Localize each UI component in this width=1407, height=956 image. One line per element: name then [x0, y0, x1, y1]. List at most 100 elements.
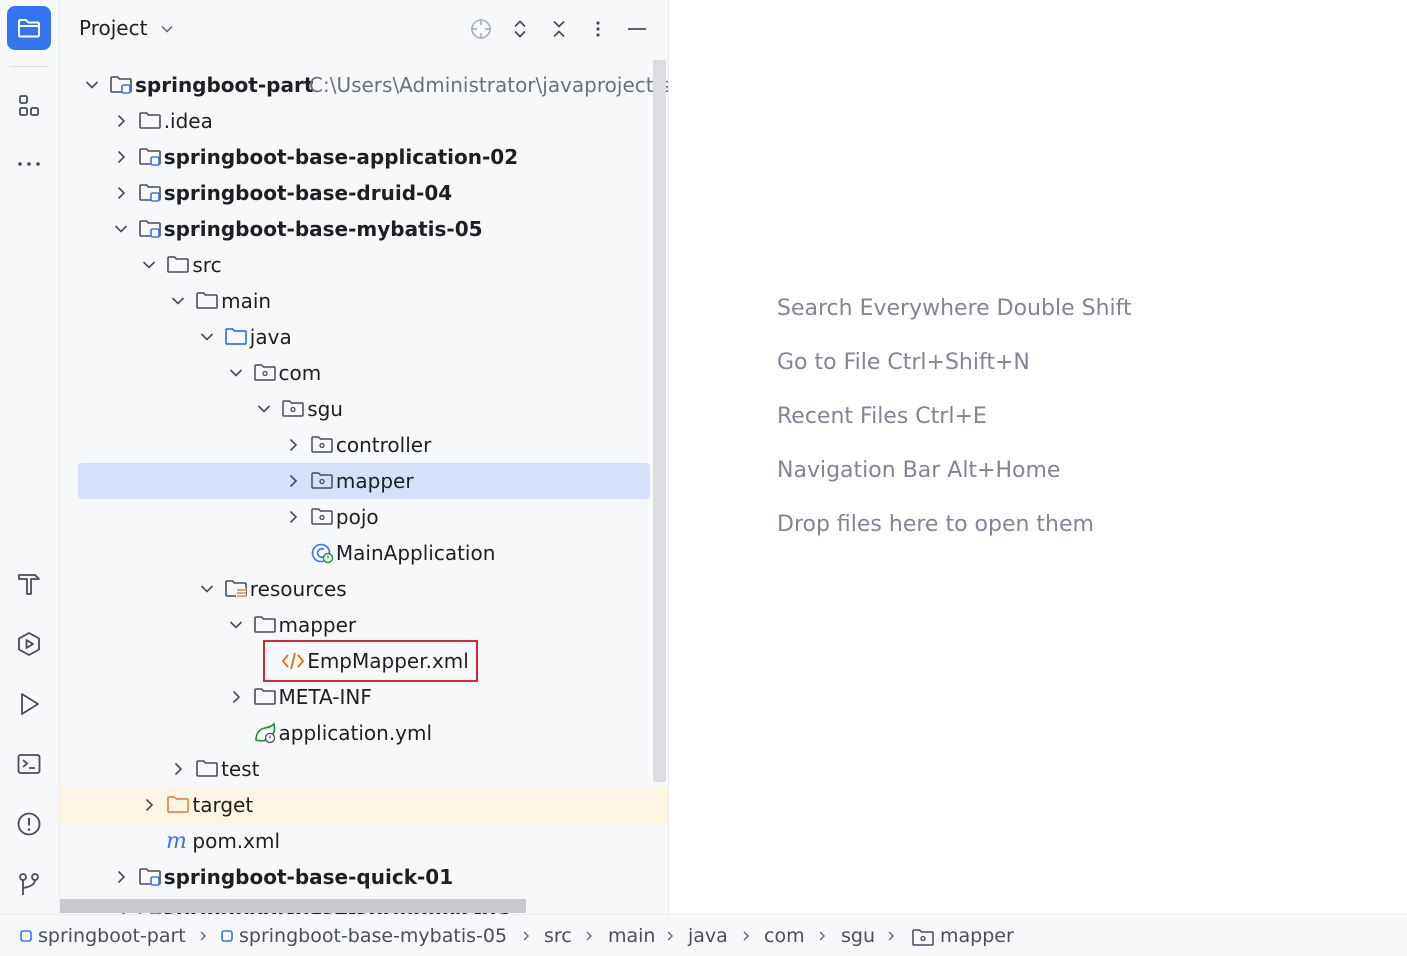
- breadcrumb-mybatis-module[interactable]: springboot-base-mybatis-05: [239, 925, 507, 947]
- more-tools-button[interactable]: [7, 142, 51, 186]
- tree-item-java[interactable]: java: [60, 319, 668, 355]
- chevron-right-icon[interactable]: [113, 869, 129, 885]
- crosshair-icon: [471, 19, 491, 39]
- tree-item-test[interactable]: test: [60, 751, 668, 787]
- tree-item-springboot-part[interactable]: springboot-part C:\Users\Administrator\ja…: [60, 67, 668, 103]
- services-tool-button[interactable]: [7, 622, 51, 666]
- git-tool-button[interactable]: [7, 862, 51, 906]
- run-tool-button[interactable]: [7, 682, 51, 726]
- tree-item-label: test: [221, 757, 260, 781]
- source-folder-icon: [224, 328, 247, 345]
- breadcrumb-springboot-part[interactable]: springboot-part: [38, 925, 186, 947]
- options-button[interactable]: [585, 16, 611, 42]
- tree-item-pojo[interactable]: pojo: [60, 499, 668, 535]
- breadcrumb-src[interactable]: src: [544, 925, 572, 947]
- breadcrumb-main[interactable]: main: [608, 925, 655, 947]
- problems-tool-button[interactable]: [7, 802, 51, 846]
- tree-item-controller[interactable]: controller: [60, 427, 668, 463]
- chevron-right-icon[interactable]: [285, 509, 301, 525]
- hint-search-everywhere: Search Everywhere Double Shift: [777, 296, 1132, 321]
- tree-item-label: .idea: [163, 109, 213, 133]
- tree-item-src[interactable]: src: [60, 247, 668, 283]
- module-icon: [20, 930, 32, 942]
- chevron-right-icon[interactable]: [113, 149, 129, 165]
- tree-item-resources[interactable]: resources: [60, 571, 668, 607]
- chevron-down-icon[interactable]: [228, 365, 244, 381]
- chevron-right-icon[interactable]: [285, 437, 301, 453]
- tree-item-meta-inf[interactable]: META-INF: [60, 679, 668, 715]
- tree-item-pom-xml[interactable]: m pom.xml: [60, 823, 668, 859]
- panel-title[interactable]: Project: [79, 16, 147, 40]
- tree-item-mainapplication[interactable]: MainApplication: [60, 535, 668, 571]
- tree-item-springboot-base-quick-01[interactable]: springboot-base-quick-01: [60, 859, 668, 895]
- chevron-right-icon[interactable]: [228, 689, 244, 705]
- chevron-right-icon[interactable]: [113, 113, 129, 129]
- tree-item-springboot-base-druid-04[interactable]: springboot-base-druid-04: [60, 175, 668, 211]
- folder-icon: [167, 256, 190, 273]
- tree-item-label: src: [192, 253, 222, 277]
- chevron-down-icon[interactable]: [141, 257, 157, 273]
- terminal-icon: [17, 754, 41, 774]
- chevron-down-icon[interactable]: [228, 617, 244, 633]
- hammer-icon: [18, 574, 40, 595]
- chevron-right-icon[interactable]: [113, 185, 129, 201]
- expand-all-button[interactable]: [507, 16, 533, 42]
- chevron-right-icon: [523, 931, 530, 941]
- chevron-down-icon[interactable]: [160, 22, 174, 36]
- chevron-right-icon: [667, 931, 674, 941]
- collapse-all-button[interactable]: [546, 16, 572, 42]
- chevron-right-icon[interactable]: [170, 761, 186, 777]
- structure-tool-button[interactable]: [7, 84, 51, 128]
- chevron-down-icon[interactable]: [84, 77, 100, 93]
- excluded-folder-icon: [167, 796, 190, 813]
- package-icon: [311, 436, 333, 453]
- minimize-icon: [628, 28, 646, 30]
- breadcrumb-com[interactable]: com: [764, 925, 805, 947]
- chevron-down-icon[interactable]: [199, 581, 215, 597]
- folder-icon: [253, 616, 276, 633]
- tree-item-empmapper-xml[interactable]: EmpMapper.xml: [60, 640, 668, 682]
- tree-item-mapper[interactable]: mapper: [60, 463, 668, 499]
- tree-item-springboot-base-mybatis-05[interactable]: springboot-base-mybatis-05: [60, 211, 668, 247]
- project-tool-window: Project springboot-part C:\Users\Adminis…: [60, 0, 669, 914]
- breadcrumb-java[interactable]: java: [688, 925, 728, 947]
- package-icon: [253, 364, 276, 381]
- horizontal-scrollbar[interactable]: [60, 899, 526, 913]
- tree-item-main[interactable]: main: [60, 283, 668, 319]
- tree-item-mapper[interactable]: mapper: [60, 607, 668, 643]
- hide-panel-button[interactable]: [624, 16, 650, 42]
- hint-drop-files: Drop files here to open them: [777, 512, 1094, 537]
- chevron-right-icon[interactable]: [285, 473, 301, 489]
- project-tool-button[interactable]: [7, 6, 51, 50]
- chevron-down-icon[interactable]: [199, 329, 215, 345]
- tree-item-target[interactable]: target: [60, 787, 668, 823]
- tree-item-springboot-base-application-02[interactable]: springboot-base-application-02: [60, 139, 668, 175]
- annotation-highlight-box: [263, 640, 478, 682]
- chevron-down-icon[interactable]: [256, 401, 272, 417]
- chevron-right-icon[interactable]: [141, 797, 157, 813]
- folder-icon: [196, 760, 218, 777]
- build-tool-button[interactable]: [7, 562, 51, 606]
- tree-item-application-yml[interactable]: application.yml: [60, 715, 668, 751]
- breadcrumb-sgu[interactable]: sgu: [841, 925, 875, 947]
- svg-text:m: m: [166, 830, 187, 852]
- structure-icon: [19, 95, 39, 116]
- package-icon: [912, 929, 934, 946]
- breadcrumb-mapper[interactable]: mapper: [940, 925, 1014, 947]
- module-icon: [221, 930, 233, 942]
- terminal-tool-button[interactable]: [7, 742, 51, 786]
- editor-empty-area[interactable]: Search Everywhere Double Shift Go to Fil…: [669, 0, 1407, 914]
- tree-item-sgu[interactable]: sgu: [60, 391, 668, 427]
- chevron-down-icon[interactable]: [113, 221, 129, 237]
- package-icon: [311, 472, 333, 489]
- select-opened-file-button[interactable]: [468, 16, 494, 42]
- tree-item-com[interactable]: com: [60, 355, 668, 391]
- strip-separator: [10, 66, 48, 67]
- chevron-down-icon[interactable]: [170, 293, 186, 309]
- tree-item-path: C:\Users\Administrator\javaproject\spri: [309, 73, 669, 97]
- vertical-scrollbar[interactable]: [653, 60, 666, 782]
- hint-recent-files: Recent Files Ctrl+E: [777, 404, 987, 429]
- tree-item-idea[interactable]: .idea: [60, 103, 668, 139]
- tree-item-label: application.yml: [278, 721, 433, 745]
- tool-window-strip: [0, 0, 60, 914]
